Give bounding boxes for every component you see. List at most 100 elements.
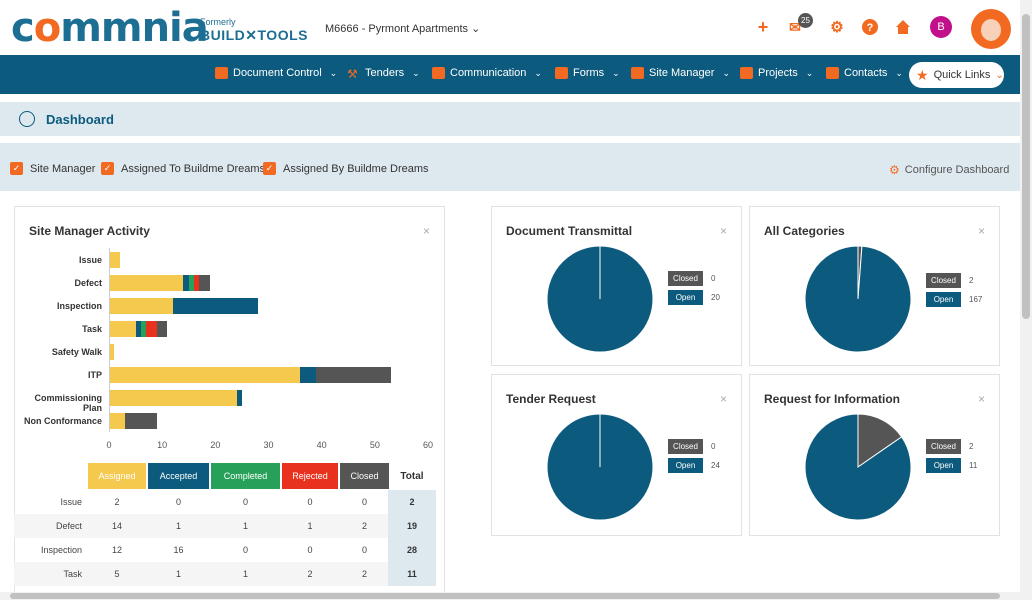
cell-rejected: 2	[307, 569, 313, 579]
bar-segment-assigned[interactable]	[109, 390, 237, 406]
cell-completed: 0	[242, 545, 248, 555]
legend-closed-label: Closed	[668, 271, 703, 286]
buildtools-logo: BUILD✕TOOLS	[200, 27, 308, 43]
y-axis-line	[109, 248, 110, 432]
bar-segment-closed[interactable]	[199, 275, 210, 291]
nav-document-control[interactable]: Document Control ⌄	[215, 67, 337, 79]
close-icon[interactable]: ×	[978, 392, 985, 406]
document-transmittal-pie	[547, 246, 653, 352]
chevron-down-icon: ⌄	[412, 67, 420, 78]
category-label: Non Conformance	[23, 416, 102, 426]
table-row: Issue 2 0 0 0 0 2	[14, 490, 436, 514]
nav-site-manager[interactable]: Site Manager ⌄	[631, 67, 730, 79]
envelope-icon	[432, 67, 445, 79]
project-selector[interactable]: M6666 - Pyrmont Apartments ⌄	[325, 22, 480, 35]
all-categories-pie	[805, 246, 911, 352]
category-label: Issue	[78, 255, 102, 265]
bar-segment-accepted[interactable]	[300, 367, 317, 383]
gear-icon: ⚙	[889, 163, 900, 177]
bar-segment-assigned[interactable]	[109, 321, 136, 337]
legend-open-value: 20	[711, 293, 720, 302]
filter-assigned-by[interactable]: ✓ Assigned By Buildme Dreams	[263, 162, 429, 175]
close-icon[interactable]: ×	[720, 224, 727, 238]
vertical-scrollbar[interactable]	[1020, 0, 1032, 600]
panel-title: Document Transmittal	[506, 224, 633, 238]
quick-links-label: Quick Links	[933, 69, 991, 81]
close-icon[interactable]: ×	[978, 224, 985, 238]
page-title: Dashboard	[46, 112, 114, 127]
nav-contacts[interactable]: Contacts ⌄	[826, 67, 903, 79]
bar-segment-assigned[interactable]	[109, 252, 120, 268]
add-icon[interactable]: +	[753, 17, 773, 37]
filter-site-manager[interactable]: ✓ Site Manager	[10, 162, 95, 175]
quick-links-button[interactable]: ★ Quick Links ⌄	[909, 62, 1004, 88]
legend-open-value: 11	[969, 461, 978, 470]
nav-forms[interactable]: Forms ⌄	[555, 67, 620, 79]
cell-completed: 1	[242, 569, 248, 579]
help-icon[interactable]: ?	[860, 17, 880, 37]
bar-segment-assigned[interactable]	[109, 298, 173, 314]
bar-segment-closed[interactable]	[124, 413, 157, 429]
filter-assigned-to[interactable]: ✓ Assigned To Buildme Dreams	[101, 162, 265, 175]
gear-icon[interactable]: ⚙	[827, 17, 847, 37]
bar-segment-closed[interactable]	[316, 367, 391, 383]
bar-segment-closed[interactable]	[156, 321, 168, 337]
legend-open: Open 20	[668, 290, 720, 305]
table-header-assigned: Assigned	[88, 463, 146, 489]
bar-segment-accepted[interactable]	[172, 298, 258, 314]
nav-label: Contacts	[844, 67, 888, 79]
support-avatar[interactable]	[971, 9, 1011, 49]
cell-completed: 0	[242, 497, 248, 507]
row-label: Task	[63, 569, 82, 579]
legend-open-label: Open	[668, 290, 703, 305]
checkbox-checked-icon: ✓	[263, 162, 276, 175]
bar-segment-accepted[interactable]	[236, 390, 242, 406]
row-label: Issue	[60, 497, 82, 507]
x-tick-label: 40	[316, 440, 327, 450]
x-tick-label: 20	[210, 440, 221, 450]
bar-segment-assigned[interactable]	[109, 413, 125, 429]
main-nav: Document Control ⌄ ⚒ Tenders ⌄ Communicatio…	[0, 55, 1020, 94]
star-icon: ★	[916, 66, 929, 83]
projects-icon	[740, 67, 753, 79]
panel-title: Request for Information	[764, 392, 901, 406]
nav-tenders[interactable]: ⚒ Tenders ⌄	[347, 67, 420, 81]
cell-closed: 0	[361, 497, 367, 507]
bar-segment-assigned[interactable]	[109, 367, 301, 383]
table-header-accepted: Accepted	[148, 463, 209, 489]
pie-slice-open[interactable]	[805, 246, 911, 352]
legend-open-value: 24	[711, 461, 720, 470]
nav-projects[interactable]: Projects ⌄	[740, 67, 813, 79]
x-tick-label: 30	[263, 440, 274, 450]
x-tick-label: 0	[106, 440, 112, 450]
legend-closed-value: 0	[711, 274, 716, 283]
legend-closed: Closed 2	[926, 273, 973, 288]
nav-label: Projects	[758, 67, 798, 79]
mail-count-badge: 25	[798, 13, 813, 28]
cell-total: 11	[388, 562, 436, 586]
home-icon[interactable]	[893, 17, 913, 37]
cell-accepted: 0	[175, 497, 181, 507]
category-label: Defect	[74, 278, 102, 288]
commnia-logo[interactable]: commnia	[11, 8, 209, 48]
close-icon[interactable]: ×	[423, 224, 430, 238]
cell-accepted: 16	[173, 545, 184, 555]
legend-closed: Closed 2	[926, 439, 973, 454]
horizontal-scrollbar[interactable]	[0, 592, 1020, 600]
bar-segment-assigned[interactable]	[109, 275, 184, 291]
filter-label: Site Manager	[30, 162, 96, 175]
legend-closed-label: Closed	[926, 273, 961, 288]
close-icon[interactable]: ×	[720, 392, 727, 406]
cell-total: 19	[388, 514, 436, 538]
nav-communication[interactable]: Communication ⌄	[432, 67, 542, 79]
user-avatar[interactable]: B	[930, 16, 952, 38]
configure-dashboard-button[interactable]: ⚙ Configure Dashboard	[889, 163, 1009, 177]
cell-assigned: 2	[114, 497, 120, 507]
dashboard-icon	[19, 111, 35, 127]
scrollbar-thumb[interactable]	[10, 593, 1000, 599]
bar-segment-rejected[interactable]	[146, 321, 157, 337]
x-tick-label: 50	[369, 440, 380, 450]
scrollbar-thumb[interactable]	[1022, 14, 1030, 319]
chevron-down-icon: ⌄	[995, 69, 1004, 81]
cell-accepted: 1	[175, 569, 181, 579]
